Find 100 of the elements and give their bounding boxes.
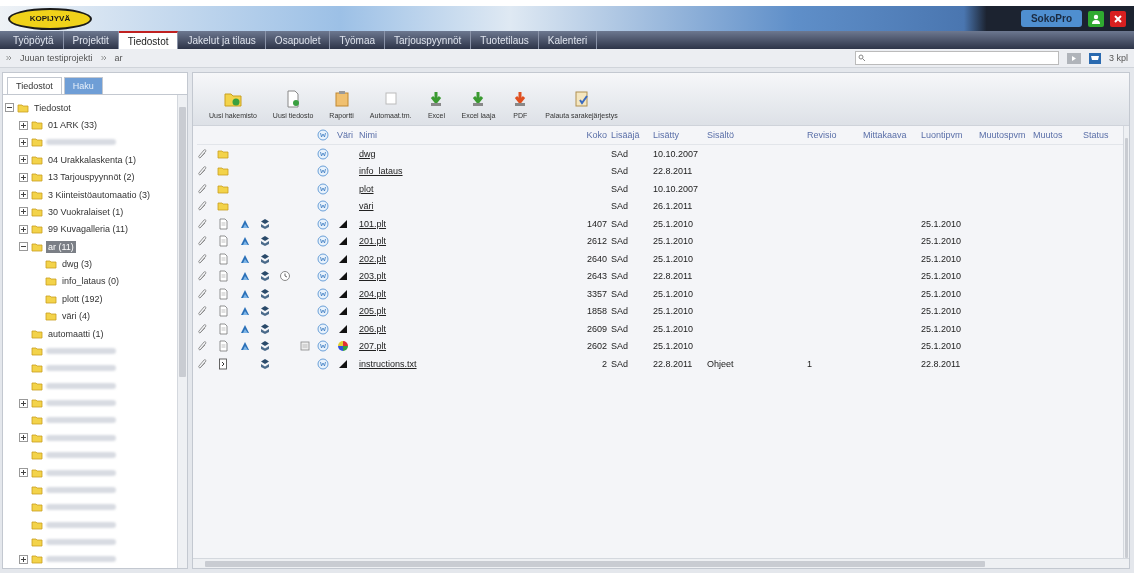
tree-item[interactable]: 13 Tarjouspyynnöt (2) [46, 171, 137, 184]
stack-icon[interactable] [259, 322, 271, 335]
expand-toggle[interactable] [19, 398, 28, 408]
paperclip-icon[interactable] [197, 322, 209, 335]
paperclip-icon[interactable] [197, 147, 209, 160]
file-name-link[interactable]: väri [359, 201, 374, 212]
expand-toggle[interactable] [19, 554, 28, 564]
file-name-link[interactable]: 203.plt [359, 271, 387, 282]
stack-icon[interactable] [259, 235, 271, 248]
stack-icon[interactable] [259, 252, 271, 265]
paperclip-icon[interactable] [197, 270, 209, 283]
tree-item[interactable]: info_lataus (0) [60, 275, 122, 288]
paperclip-icon[interactable] [197, 252, 209, 265]
w-circle-icon[interactable] [317, 182, 329, 195]
paperclip-icon[interactable] [197, 235, 209, 248]
search-field[interactable] [855, 51, 1059, 65]
stack-icon[interactable] [259, 217, 271, 230]
tree-item[interactable]: 01 ARK (33) [46, 119, 100, 132]
expand-toggle[interactable] [19, 120, 28, 130]
tree-item[interactable]: ar (11) [46, 240, 76, 253]
w-circle-icon[interactable] [317, 270, 329, 283]
user-button[interactable] [1088, 10, 1104, 27]
column-header[interactable]: Mittakaava [863, 130, 921, 140]
w-circle-icon[interactable] [317, 252, 329, 265]
scrollbar[interactable] [177, 95, 187, 568]
toggle-panel-icon[interactable] [1067, 52, 1081, 64]
tree-item[interactable]: Tiedostot [32, 101, 73, 114]
paperclip-icon[interactable] [197, 287, 209, 300]
column-header[interactable]: Koko [577, 130, 611, 140]
expand-toggle[interactable] [19, 172, 28, 182]
stack-icon[interactable] [259, 357, 271, 370]
tree-item[interactable]: plott (192) [60, 292, 105, 305]
w-circle-icon[interactable] [317, 129, 329, 141]
layers-icon[interactable] [239, 270, 251, 283]
file-name-link[interactable]: info_lataus [359, 166, 403, 177]
w-circle-icon[interactable] [317, 357, 329, 370]
w-circle-icon[interactable] [317, 235, 329, 248]
stack-icon[interactable] [259, 305, 271, 318]
file-name-link[interactable]: 205.plt [359, 306, 387, 317]
close-button[interactable] [1110, 10, 1126, 27]
column-header[interactable]: Luontipvm [921, 130, 979, 140]
paperclip-icon[interactable] [197, 182, 209, 195]
tree-item[interactable]: dwg (3) [60, 258, 94, 271]
tree-item[interactable]: väri (4) [60, 310, 92, 323]
tree-item[interactable]: automaatti (1) [46, 327, 106, 340]
paperclip-icon[interactable] [197, 357, 209, 370]
column-header[interactable]: Lisätty [653, 130, 707, 140]
paperclip-icon[interactable] [197, 165, 209, 178]
file-name-link[interactable]: dwg [359, 148, 376, 159]
breadcrumb-link[interactable]: ar [114, 53, 123, 63]
stack-icon[interactable] [259, 340, 271, 353]
file-name-link[interactable]: instructions.txt [359, 358, 417, 369]
layers-icon[interactable] [239, 235, 251, 248]
w-circle-icon[interactable] [317, 287, 329, 300]
column-header[interactable]: Revisio [807, 130, 863, 140]
file-name-link[interactable]: 201.plt [359, 236, 387, 247]
paperclip-icon[interactable] [197, 305, 209, 318]
expand-toggle[interactable] [19, 137, 28, 147]
expand-toggle[interactable] [19, 155, 28, 165]
paperclip-icon[interactable] [197, 340, 209, 353]
w-circle-icon[interactable] [317, 305, 329, 318]
column-header[interactable]: Status [1083, 130, 1123, 140]
layers-icon[interactable] [239, 340, 251, 353]
tree-item[interactable]: 99 Kuvagalleria (11) [46, 223, 130, 236]
expand-toggle[interactable] [19, 207, 28, 217]
nav-tab[interactable]: Tiedostot [118, 31, 179, 49]
stack-icon[interactable] [259, 287, 271, 300]
stack-icon[interactable] [259, 270, 271, 283]
tree-item[interactable]: 30 Vuokralaiset (1) [46, 205, 126, 218]
w-circle-icon[interactable] [317, 200, 329, 213]
w-circle-icon[interactable] [317, 340, 329, 353]
file-name-link[interactable]: 206.plt [359, 323, 387, 334]
w-circle-icon[interactable] [317, 217, 329, 230]
w-circle-icon[interactable] [317, 322, 329, 335]
w-circle-icon[interactable] [317, 165, 329, 178]
tree-item[interactable]: 3 Kiinteistöautomaatio (3) [46, 188, 153, 201]
column-header[interactable]: Väri [337, 130, 359, 140]
paperclip-icon[interactable] [197, 200, 209, 213]
expand-toggle[interactable] [19, 468, 28, 478]
horizontal-scrollbar[interactable] [193, 558, 1129, 568]
column-header[interactable]: Muutos [1033, 130, 1083, 140]
column-header[interactable]: Muutospvm [979, 130, 1033, 140]
file-name-link[interactable]: plot [359, 183, 374, 194]
file-name-link[interactable]: 101.plt [359, 218, 387, 229]
paperclip-icon[interactable] [197, 217, 209, 230]
collapse-toggle[interactable] [5, 103, 14, 113]
layers-icon[interactable] [239, 305, 251, 318]
panel-tab[interactable]: Tiedostot [7, 77, 62, 94]
column-header[interactable]: Nimi [359, 130, 577, 140]
file-name-link[interactable]: 207.plt [359, 341, 387, 352]
tree-item[interactable]: 04 Urakkalaskenta (1) [46, 153, 139, 166]
collapse-toggle[interactable] [19, 242, 28, 252]
column-header[interactable]: Lisääjä [611, 130, 653, 140]
file-name-link[interactable]: 202.plt [359, 253, 387, 264]
scrollbar[interactable] [1123, 126, 1129, 558]
expand-toggle[interactable] [19, 433, 28, 443]
breadcrumb-link[interactable]: Juuan testiprojekti [20, 53, 93, 63]
column-header[interactable]: Sisältö [707, 130, 807, 140]
expand-toggle[interactable] [19, 224, 28, 234]
w-circle-icon[interactable] [317, 147, 329, 160]
